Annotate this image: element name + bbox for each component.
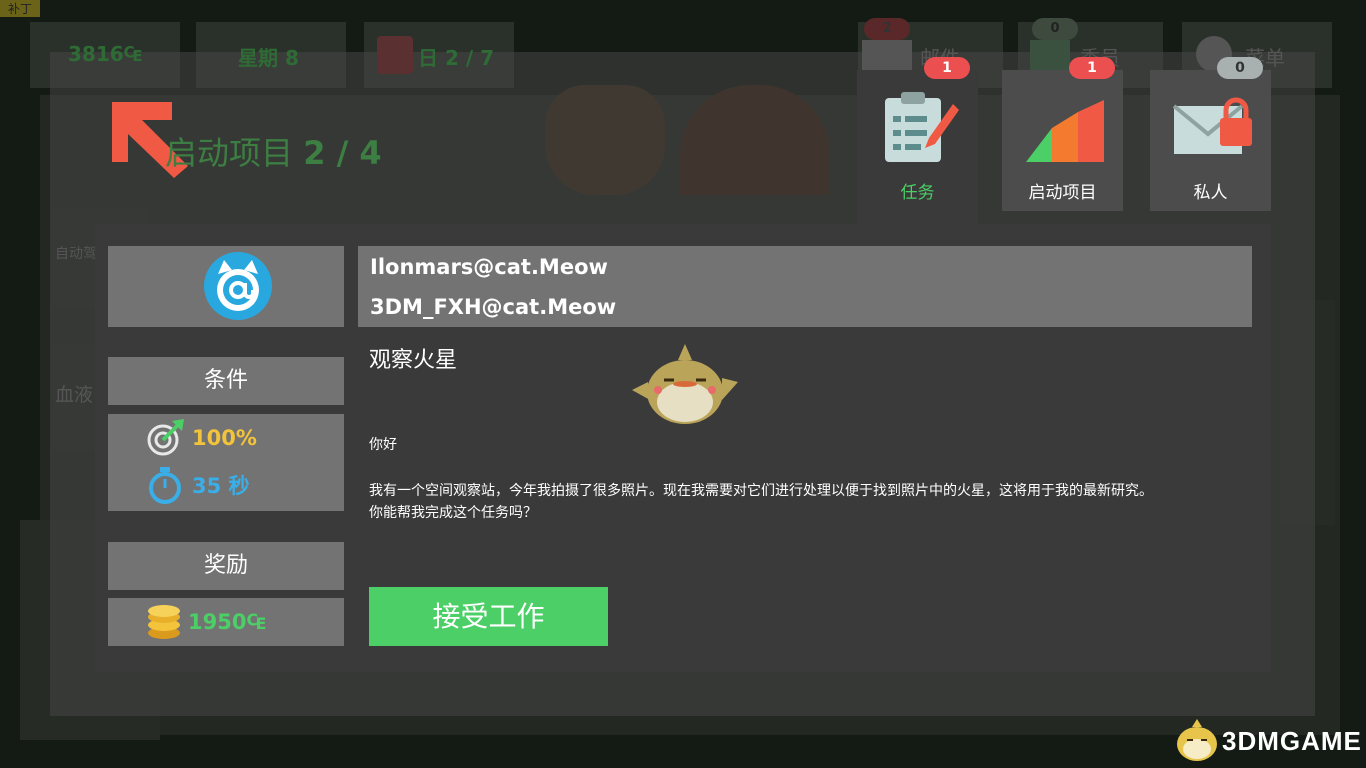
launch-title-prefix: 启动项目 — [165, 134, 294, 172]
watermark-text: 3DMGAME — [1222, 725, 1362, 756]
hud-week: 星期 8 — [238, 46, 299, 70]
accuracy-condition: 100% — [146, 419, 257, 457]
conditions-box: 100% 35 秒 — [108, 414, 344, 511]
reward-box: 1950₠ — [108, 598, 344, 646]
sender-email: Ilonmars@cat.Meow — [370, 255, 608, 279]
tab-jobs-badge: 1 — [924, 57, 970, 79]
clipboard-icon — [885, 92, 959, 162]
time-condition: 35 秒 — [146, 466, 250, 504]
reward-row: 1950₠ — [146, 603, 266, 641]
accuracy-value: 100% — [192, 426, 257, 450]
reward-title: 奖励 — [108, 542, 344, 590]
job-body-line2: 你能帮我完成这个任务吗？ — [369, 505, 537, 521]
launch-title: 启动项目 2 / 4 — [165, 128, 382, 174]
avatar — [204, 252, 272, 320]
locked-mail-icon — [1172, 97, 1252, 154]
bg-blood-label: 血液 — [55, 384, 94, 406]
bg-patch-label: 补丁 — [0, 0, 41, 17]
bar-growth-icon — [1026, 100, 1104, 162]
stopwatch-icon — [149, 467, 181, 504]
reward-amount: 1950₠ — [188, 610, 266, 634]
target-icon — [147, 419, 184, 456]
cat-at-icon — [217, 260, 259, 311]
tab-private-label: 私人 — [1193, 183, 1228, 203]
client-avatar-box — [108, 246, 344, 327]
email-header: Ilonmars@cat.Meow 3DM_FXH@cat.Meow — [358, 246, 1252, 327]
watermark: 3DMGAME — [1172, 718, 1362, 764]
hud-money: 3816₠ — [68, 42, 143, 66]
job-greeting: 你好 — [369, 437, 397, 453]
mail-count-badge: 2 — [864, 18, 910, 40]
coins-icon — [148, 605, 180, 639]
cart-icon[interactable] — [1030, 40, 1070, 74]
tab-launch-projects[interactable]: 启动项目 — [1002, 70, 1123, 211]
recipient-email: 3DM_FXH@cat.Meow — [370, 295, 617, 319]
accept-job-button[interactable]: 接受工作 — [369, 587, 608, 646]
job-dialog: 条件 100% 35 秒 奖励 1950₠ Ilonmars@cat.Meow … — [95, 224, 1271, 672]
mail-icon[interactable] — [862, 40, 912, 74]
job-title: 观察火星 — [369, 348, 458, 373]
watermark-logo — [1177, 719, 1217, 761]
shop-count-badge: 0 — [1032, 18, 1078, 40]
time-value: 35 秒 — [192, 474, 250, 498]
conditions-title: 条件 — [108, 357, 344, 405]
mascot-icon — [632, 344, 738, 424]
tab-private-badge: 0 — [1217, 57, 1263, 79]
tab-jobs-label: 任务 — [900, 183, 935, 203]
job-body-line1: 我有一个空间观察站，今年我拍摄了很多照片。现在我需要对它们进行处理以便于找到照片… — [369, 483, 1153, 499]
hud-day: 日 2 / 7 — [418, 46, 495, 70]
launch-progress: 2 / 4 — [303, 134, 382, 172]
calendar-icon — [377, 36, 413, 74]
tab-launch-projects-label: 启动项目 — [1028, 183, 1097, 203]
tab-private[interactable]: 私人 — [1150, 70, 1271, 211]
tab-jobs[interactable]: 任务 — [857, 70, 978, 224]
tab-launch-projects-badge: 1 — [1069, 57, 1115, 79]
bg-autopilot-label: 自动驾 — [55, 246, 97, 262]
